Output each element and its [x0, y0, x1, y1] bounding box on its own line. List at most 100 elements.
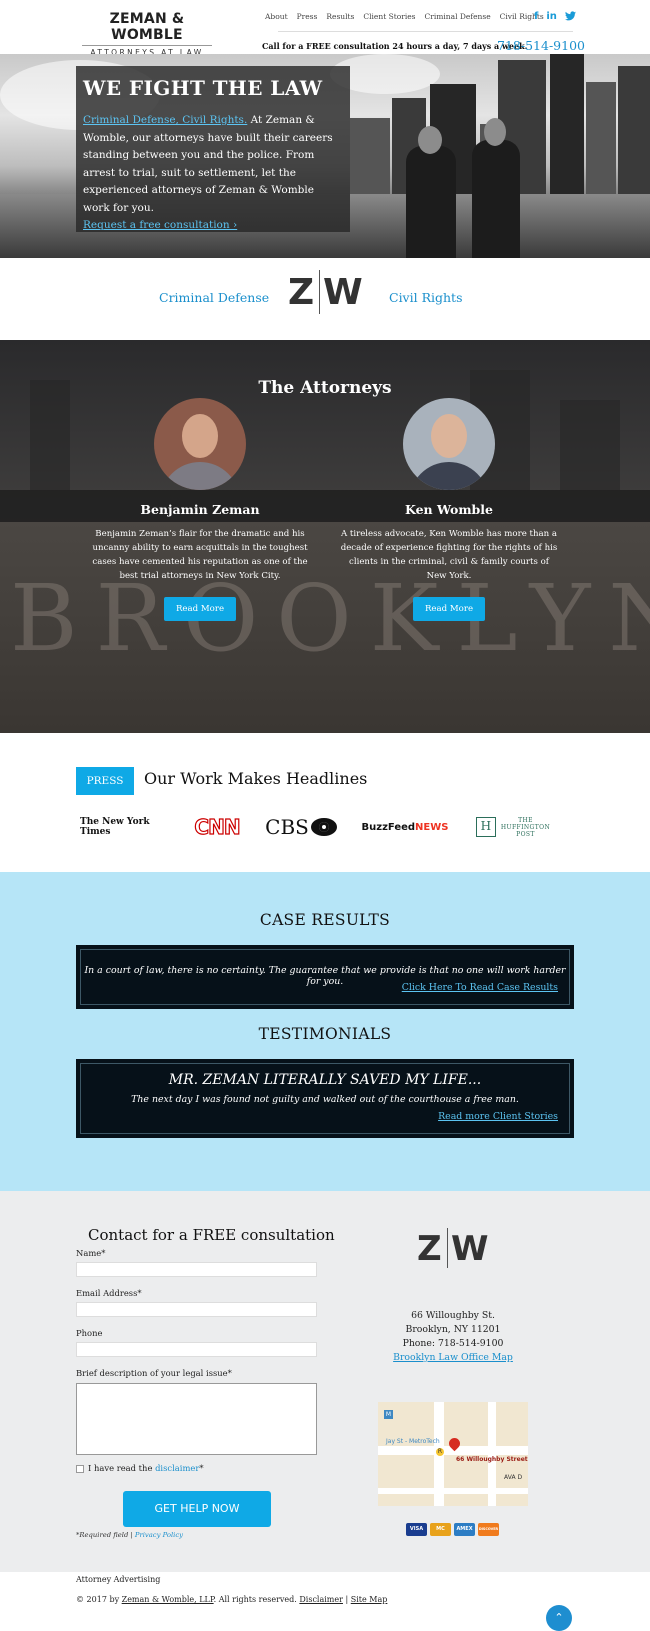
hero-title: WE FIGHT THE LAW: [83, 76, 323, 100]
visa-icon: VISA: [406, 1523, 427, 1536]
back-to-top-button[interactable]: ⌃: [546, 1605, 572, 1631]
copyright: © 2017 by Zeman & Womble, LLP. All right…: [76, 1595, 387, 1604]
client-stories-link[interactable]: Read more Client Stories: [438, 1111, 558, 1122]
contact-section: Contact for a FREE consultation Name* Em…: [0, 1191, 650, 1572]
site-logo[interactable]: ZEMAN & WOMBLE ATTORNEYS AT LAW: [82, 11, 212, 57]
attorney-card: Benjamin Zeman Benjamin Zeman’s flair fo…: [90, 398, 310, 621]
huffington-mark: H: [475, 817, 496, 837]
sitemap-link[interactable]: Site Map: [351, 1595, 388, 1604]
contact-title: Contact for a FREE consultation: [88, 1226, 335, 1244]
issue-textarea[interactable]: [76, 1383, 317, 1455]
disclaimer-text: I have read the: [88, 1463, 156, 1473]
site-header: ZEMAN & WOMBLE ATTORNEYS AT LAW About Pr…: [0, 0, 650, 57]
office-map-link[interactable]: Brooklyn Law Office Map: [393, 1352, 513, 1363]
civil-rights-link[interactable]: Civil Rights: [389, 290, 463, 305]
nyt-logo[interactable]: The New York Times: [80, 815, 166, 839]
hero-banner: WE FIGHT THE LAW Criminal Defense, Civil…: [0, 54, 650, 258]
amex-icon: AMEX: [454, 1523, 475, 1536]
avatar-face: [182, 414, 218, 458]
read-more-button[interactable]: Read More: [164, 597, 236, 621]
twitter-icon[interactable]: [564, 11, 576, 24]
hero-building: [550, 54, 584, 194]
footer-disclaimer-link[interactable]: Disclaimer: [299, 1595, 343, 1604]
nav-results[interactable]: Results: [326, 12, 354, 21]
attorney-bio: A tireless advocate, Ken Womble has more…: [340, 529, 558, 581]
subway-icon: M: [384, 1410, 393, 1419]
cbs-eye-icon: [310, 818, 337, 836]
case-results-box: In a court of law, there is no certainty…: [76, 945, 574, 1009]
office-map[interactable]: Jay St - MetroTech 66 Willoughby Street …: [378, 1402, 528, 1506]
huffington-wordmark: THE HUFFINGTON POST: [501, 817, 550, 838]
attorney-advertising: Attorney Advertising: [76, 1575, 161, 1584]
firm-link[interactable]: Zeman & Womble, LLP: [122, 1595, 214, 1604]
avatar-body: [160, 462, 240, 490]
hero-body: Criminal Defense, Civil Rights. At Zeman…: [83, 112, 343, 217]
huffington-post-logo[interactable]: H THE HUFFINGTON POST: [470, 815, 556, 839]
cbs-wordmark: CBS: [265, 815, 309, 839]
disclaimer-checkbox-label: I have read the disclaimer*: [88, 1463, 204, 1473]
name-label: Name*: [76, 1248, 106, 1258]
map-station-label: Jay St - MetroTech: [386, 1438, 440, 1445]
request-consultation-link[interactable]: Request a free consultation ›: [83, 217, 343, 234]
hero-building: [618, 66, 650, 194]
header-phone[interactable]: 718-514-9100: [497, 38, 585, 53]
cnn-logo[interactable]: CNN: [190, 814, 244, 839]
office-monogram-z: Z: [417, 1229, 442, 1269]
zw-monogram-z: Z: [288, 272, 315, 313]
buzzfeed-logo[interactable]: BuzzFeedNEWS: [362, 815, 449, 839]
required-note: *Required field | Privacy Policy: [76, 1531, 183, 1539]
hero-figure-head: [418, 126, 442, 154]
hero-figure: [406, 146, 456, 258]
issue-label: Brief description of your legal issue*: [76, 1368, 232, 1378]
logo-name: ZEMAN & WOMBLE: [109, 11, 185, 43]
address-line-2: Brooklyn, NY 11201: [405, 1324, 501, 1335]
map-pin-label: 66 Willoughby Street: [456, 1456, 528, 1463]
nav-press[interactable]: Press: [297, 12, 318, 21]
linkedin-icon[interactable]: in: [546, 11, 557, 24]
attorney-bio: Benjamin Zeman’s flair for the dramatic …: [92, 529, 308, 581]
required-text: *Required field |: [76, 1531, 135, 1539]
testimonials-title: TESTIMONIALS: [258, 1025, 392, 1043]
office-address: 66 Willoughby St. Brooklyn, NY 11201 Pho…: [373, 1309, 533, 1365]
main-nav: About Press Results Client Stories Crimi…: [265, 12, 544, 21]
get-help-now-button[interactable]: GET HELP NOW: [123, 1491, 271, 1527]
read-more-button[interactable]: Read More: [413, 597, 485, 621]
hero-practice-link[interactable]: Criminal Defense, Civil Rights.: [83, 114, 247, 126]
nav-divider: [278, 31, 573, 32]
facebook-icon[interactable]: f: [534, 11, 538, 24]
footer-separator: |: [342, 1595, 351, 1604]
case-results-link[interactable]: Click Here To Read Case Results: [402, 982, 558, 993]
press-tag[interactable]: PRESS: [76, 767, 134, 795]
cbs-logo[interactable]: CBS: [262, 815, 340, 839]
huffington-line: POST: [516, 830, 535, 838]
nav-about[interactable]: About: [265, 12, 288, 21]
nav-criminal-defense[interactable]: Criminal Defense: [425, 12, 491, 21]
name-input[interactable]: [76, 1262, 317, 1277]
email-input[interactable]: [76, 1302, 317, 1317]
copyright-text: © 2017 by: [76, 1595, 122, 1604]
privacy-policy-link[interactable]: Privacy Policy: [135, 1531, 183, 1539]
phone-label: Phone: [76, 1328, 103, 1338]
attorney-card: Ken Womble A tireless advocate, Ken Womb…: [339, 398, 559, 621]
criminal-defense-link[interactable]: Criminal Defense: [159, 290, 269, 305]
address-phone[interactable]: Phone: 718-514-9100: [373, 1337, 533, 1351]
nyt-wordmark: The New York Times: [80, 817, 150, 837]
mastercard-icon: MC: [430, 1523, 451, 1536]
buzzfeed-news: NEWS: [415, 821, 449, 833]
results-section: CASE RESULTS In a court of law, there is…: [0, 872, 650, 1191]
testimonial-box: MR. ZEMAN LITERALLY SAVED MY LIFE... The…: [76, 1059, 574, 1138]
cnn-wordmark: CNN: [194, 814, 241, 839]
disclaimer-link[interactable]: disclaimer: [155, 1463, 199, 1473]
phone-input[interactable]: [76, 1342, 317, 1357]
attorneys-bg-building: [560, 400, 620, 490]
attorney-name: Benjamin Zeman: [140, 502, 260, 517]
logo-divider: [82, 45, 212, 46]
testimonial-headline: MR. ZEMAN LITERALLY SAVED MY LIFE...: [168, 1072, 482, 1088]
subway-line-icon: R: [436, 1448, 444, 1456]
attorney-name: Ken Womble: [404, 502, 493, 517]
office-monogram-divider: [447, 1228, 448, 1268]
disclaimer-checkbox[interactable]: [76, 1465, 84, 1473]
avatar-face: [431, 414, 467, 458]
nav-client-stories[interactable]: Client Stories: [363, 12, 415, 21]
map-road: [378, 1488, 528, 1494]
